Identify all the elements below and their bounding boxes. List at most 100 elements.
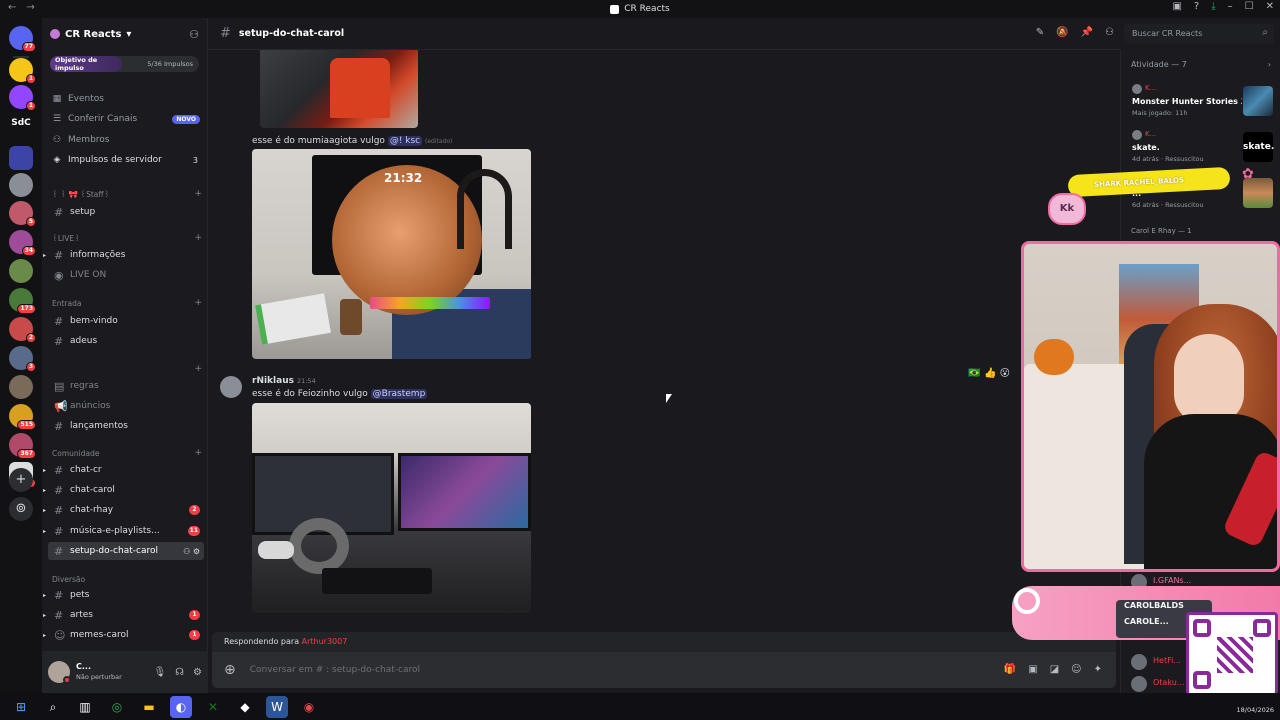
server-icon bbox=[610, 4, 620, 14]
boost-goal-bar[interactable]: Objetivo de impulso 5/36 Impulsos bbox=[50, 56, 199, 72]
user-panel: C... Não perturbar 🎙 ☊ ⚙ bbox=[42, 651, 208, 693]
server-icon-7[interactable]: 173 bbox=[9, 288, 36, 314]
category-live[interactable]: ꒰LIVE꒱ + bbox=[52, 232, 202, 244]
file-explorer-icon[interactable]: ▬ bbox=[138, 696, 160, 718]
channel-chat-rhay[interactable]: ▸ # chat-rhay 2 bbox=[43, 501, 204, 519]
image-attachment[interactable] bbox=[252, 403, 531, 613]
server-icon-5[interactable]: 34 bbox=[9, 230, 36, 256]
server-sdc[interactable]: SdC bbox=[4, 118, 38, 128]
server-folder[interactable] bbox=[9, 146, 33, 170]
download-icon[interactable]: ⤓ bbox=[1211, 1, 1215, 12]
nav-server-boosts[interactable]: ◈ Impulsos de servidor 3 bbox=[42, 151, 208, 169]
discord-icon[interactable]: ◐ bbox=[170, 695, 192, 718]
emoji-icon[interactable]: ☺ bbox=[1071, 664, 1081, 675]
channel-setup-do-chat-carol[interactable]: # setup-do-chat-carol ⚇ ⚙ bbox=[48, 542, 204, 560]
channel-chat-carol[interactable]: ▸ # chat-carol bbox=[43, 481, 204, 499]
task-view-icon[interactable]: ▥ bbox=[74, 696, 96, 718]
member-list-icon[interactable]: ⚇ bbox=[1105, 27, 1114, 38]
pin-icon[interactable]: 📌 bbox=[1081, 27, 1093, 38]
category-entrada[interactable]: Entrada + bbox=[52, 297, 202, 309]
server-icon-2[interactable]: 1 bbox=[9, 85, 36, 111]
add-channel-icon[interactable]: + bbox=[194, 233, 202, 243]
word-icon[interactable]: W bbox=[266, 695, 288, 718]
server-icon-1[interactable]: 1 bbox=[9, 58, 36, 84]
inbox-icon[interactable]: ▣ bbox=[1172, 1, 1181, 12]
image-attachment[interactable] bbox=[260, 50, 418, 128]
gear-icon[interactable]: ⚙ bbox=[193, 667, 202, 678]
add-channel-icon[interactable]: + bbox=[194, 364, 202, 374]
channel-bem-vindo[interactable]: # bem-vindo bbox=[48, 312, 204, 330]
add-channel-icon[interactable]: + bbox=[194, 448, 202, 458]
channel-lancamentos[interactable]: # lançamentos bbox=[48, 417, 204, 435]
search-icon[interactable]: ⌕ bbox=[42, 696, 64, 718]
server-icon-10[interactable] bbox=[9, 375, 33, 399]
channel-setup[interactable]: # setup bbox=[48, 203, 204, 221]
channel-settings-icon[interactable]: ⚇ ⚙ bbox=[183, 547, 200, 556]
gift-icon[interactable]: 🎁 bbox=[1004, 664, 1016, 675]
avatar[interactable] bbox=[48, 661, 71, 684]
forward-arrow-icon[interactable]: → bbox=[26, 2, 34, 13]
server-icon-9[interactable]: 3 bbox=[9, 346, 36, 372]
maximize-button[interactable]: ☐ bbox=[1245, 1, 1254, 12]
category-comunidade[interactable]: Comunidade + bbox=[52, 447, 202, 459]
nav-events[interactable]: ▦ Eventos bbox=[42, 90, 208, 108]
channel-informacoes[interactable]: ▸ # informações bbox=[43, 246, 204, 264]
channel-artes[interactable]: ▸ # artes 1 bbox=[43, 606, 204, 624]
close-button[interactable]: ✕ bbox=[1266, 1, 1274, 12]
image-attachment[interactable]: 21:32 bbox=[252, 149, 531, 359]
back-arrow-icon[interactable]: ← bbox=[8, 2, 16, 13]
obs-icon[interactable]: ◉ bbox=[298, 696, 320, 718]
channel-pets[interactable]: ▸ # pets bbox=[43, 586, 204, 604]
server-icon-6[interactable] bbox=[9, 259, 33, 283]
help-icon[interactable]: ? bbox=[1194, 1, 1199, 12]
server-icon-3[interactable] bbox=[9, 173, 33, 197]
threads-icon[interactable]: ✎ bbox=[1036, 27, 1044, 38]
add-channel-icon[interactable]: + bbox=[194, 298, 202, 308]
user-info[interactable]: C... Não perturbar bbox=[76, 662, 122, 682]
server-icon-12[interactable]: 367 bbox=[9, 433, 36, 459]
apps-icon[interactable]: ✦ bbox=[1094, 664, 1102, 675]
category-diversao[interactable]: Diversão bbox=[52, 573, 202, 585]
activity-header[interactable]: Atividade — 7 › bbox=[1131, 60, 1271, 69]
server-icon-4[interactable]: 5 bbox=[9, 201, 36, 227]
nav-members[interactable]: ⚇ Membros bbox=[42, 131, 208, 149]
add-server-button[interactable]: + bbox=[9, 468, 33, 492]
avatar[interactable] bbox=[220, 376, 242, 398]
channel-chat-cr[interactable]: ▸ # chat-cr bbox=[43, 461, 204, 479]
message-input[interactable]: ⊕ Conversar em # : setup-do-chat-carol 🎁… bbox=[212, 652, 1116, 688]
message-author[interactable]: rNiklaus 21:54 bbox=[252, 376, 316, 386]
server-icon-8[interactable]: 2 bbox=[9, 317, 36, 343]
user-mention[interactable]: @Brastemp bbox=[370, 389, 428, 399]
channel-musica[interactable]: ▸ # música-e-playlists... 11 bbox=[43, 522, 204, 540]
chevron-right-icon[interactable]: › bbox=[1268, 60, 1271, 69]
minimize-button[interactable]: – bbox=[1228, 1, 1233, 12]
home-button[interactable]: 77 bbox=[9, 26, 36, 52]
discover-icon[interactable]: ⊚ bbox=[9, 497, 33, 521]
channel-adeus[interactable]: # adeus bbox=[48, 332, 204, 350]
server-header[interactable]: CR Reacts ▾ ⚇ bbox=[42, 18, 207, 50]
server-icon-11[interactable]: 515 bbox=[9, 404, 36, 430]
category-staff[interactable]: ꒰ ꒱ 🎀 ꒰Staff꒱ + bbox=[52, 188, 202, 200]
invite-icon[interactable]: ⚇ bbox=[189, 28, 199, 41]
reaction-bar[interactable]: 🇧🇷 👍 😮 bbox=[968, 368, 1010, 379]
chrome-icon[interactable]: ◎ bbox=[106, 696, 128, 718]
channel-live-on[interactable]: ◉ LIVE ON bbox=[48, 266, 204, 284]
user-mention[interactable]: @! ksc bbox=[387, 136, 423, 146]
upload-plus-icon[interactable]: ⊕ bbox=[224, 662, 236, 678]
activity-card[interactable]: K... Monster Hunter Stories 3: ... Mais … bbox=[1127, 82, 1277, 122]
channel-memes[interactable]: ▸ ☺ memes-carol 1 bbox=[43, 626, 204, 644]
notification-bell-icon[interactable]: 🔕 bbox=[1056, 27, 1068, 38]
headphones-icon[interactable]: ☊ bbox=[175, 667, 184, 678]
add-channel-icon[interactable]: + bbox=[194, 189, 202, 199]
gif-icon[interactable]: ▣ bbox=[1028, 664, 1037, 675]
activity-card[interactable]: K... skate. 4d atrás · Ressuscitou skate… bbox=[1127, 128, 1277, 168]
xbox-icon[interactable]: ✕ bbox=[202, 696, 224, 718]
sticker-icon[interactable]: ◪ bbox=[1050, 664, 1059, 675]
nav-browse-channels[interactable]: ☰ Conferir Canais NOVO bbox=[42, 110, 208, 128]
windows-start-icon[interactable]: ⊞ bbox=[10, 696, 32, 718]
microphone-icon[interactable]: 🎙 bbox=[153, 667, 166, 678]
channel-anuncios[interactable]: 📢 anúncios bbox=[48, 397, 204, 415]
epic-icon[interactable]: ◆ bbox=[234, 696, 256, 718]
channel-regras[interactable]: ▤ regras bbox=[48, 377, 204, 395]
search-input[interactable]: Buscar CR Reacts ⌕ bbox=[1124, 24, 1274, 44]
